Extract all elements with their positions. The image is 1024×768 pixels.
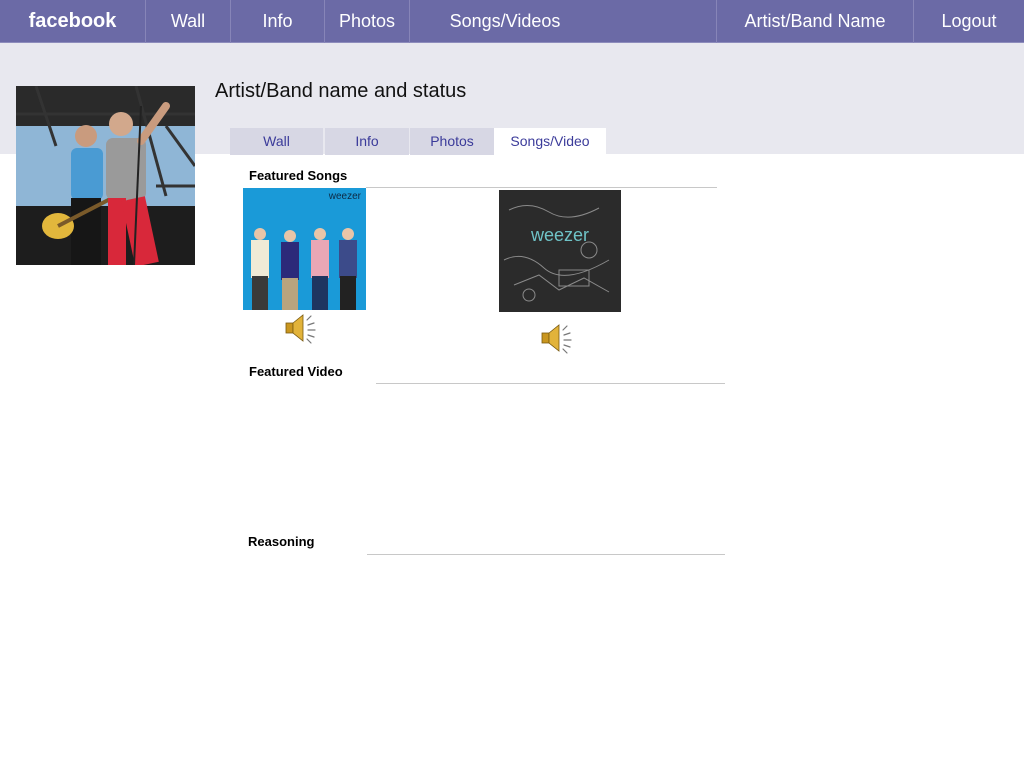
album-cover-1-logo: weezer xyxy=(328,191,362,202)
logout-button[interactable]: Logout xyxy=(914,0,1024,43)
reasoning-heading: Reasoning xyxy=(248,534,315,549)
album-cover-2-art: weezer xyxy=(499,190,621,312)
album-cover-1[interactable]: weezer xyxy=(243,188,366,310)
tab-info[interactable]: Info xyxy=(325,128,409,155)
nav-item-photos[interactable]: Photos xyxy=(325,0,409,43)
nav-item-info[interactable]: Info xyxy=(231,0,324,43)
tab-photos[interactable]: Photos xyxy=(410,128,494,155)
featured-songs-divider xyxy=(366,187,717,188)
tab-wall[interactable]: Wall xyxy=(230,128,323,155)
album-cover-1-art: weezer xyxy=(243,188,366,310)
nav-item-songs-videos[interactable]: Songs/Videos xyxy=(410,0,600,43)
album-cover-2[interactable]: weezer xyxy=(499,190,621,312)
nav-user-name[interactable]: Artist/Band Name xyxy=(717,0,913,43)
tab-songs-video[interactable]: Songs/Video xyxy=(494,128,606,155)
facebook-logo[interactable]: facebook xyxy=(0,0,145,43)
profile-photo-image xyxy=(16,86,195,265)
reasoning-divider xyxy=(367,554,725,555)
profile-name-status: Artist/Band name and status xyxy=(215,80,467,102)
speaker-icon[interactable] xyxy=(540,322,574,354)
featured-video-divider xyxy=(376,383,725,384)
profile-photo[interactable] xyxy=(16,86,195,265)
top-navigation-bar: facebook Wall Info Photos Songs/Videos A… xyxy=(0,0,1024,43)
nav-item-wall[interactable]: Wall xyxy=(146,0,230,43)
featured-songs-heading: Featured Songs xyxy=(249,168,348,183)
featured-video-heading: Featured Video xyxy=(249,364,343,379)
speaker-icon[interactable] xyxy=(284,312,318,344)
album-cover-2-logo: weezer xyxy=(530,225,589,245)
